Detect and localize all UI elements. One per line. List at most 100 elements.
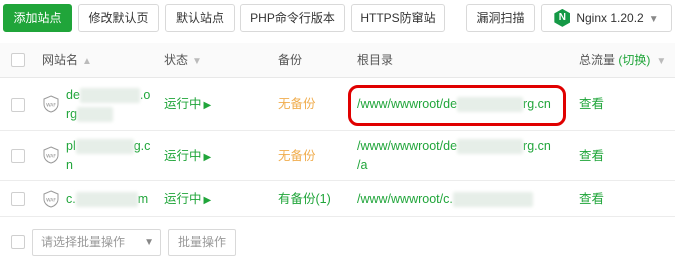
backup-link[interactable]: 无备份 xyxy=(278,147,316,166)
site-name-link[interactable]: pl g.c xyxy=(66,137,150,156)
https-protect-button[interactable]: HTTPS防窜站 xyxy=(351,4,445,32)
chevron-down-icon: ▼ xyxy=(648,14,659,25)
footer-select-all-checkbox[interactable] xyxy=(11,235,25,249)
root-dir-line2-text: /a xyxy=(357,158,368,172)
row-checkbox[interactable] xyxy=(11,98,25,112)
batch-operation-button[interactable]: 批量操作 xyxy=(168,229,236,256)
status-text: 运行中 xyxy=(164,149,202,163)
sort-down-icon: ▼ xyxy=(192,56,202,67)
site-name-tail-text: g.c xyxy=(133,139,151,153)
site-name-tail-text: m xyxy=(137,192,149,206)
play-icon: ▶ xyxy=(203,100,212,111)
waf-label: WAF xyxy=(46,154,56,160)
view-traffic-link[interactable]: 查看 xyxy=(579,190,604,209)
view-text: 查看 xyxy=(579,97,605,111)
redacted-text xyxy=(75,139,134,155)
site-name-line2-text: n xyxy=(66,158,73,172)
view-traffic-link[interactable]: 查看 xyxy=(579,147,604,166)
row-checkbox[interactable] xyxy=(11,192,25,206)
waf-shield-icon: WAF xyxy=(43,190,59,208)
traffic-switch-link[interactable]: (切换) xyxy=(618,53,650,67)
root-dir-link[interactable]: /www/wwwroot/de rg.cn xyxy=(357,137,551,156)
vuln-scan-button[interactable]: 漏洞扫描 xyxy=(466,4,535,32)
waf-shield-icon: WAF xyxy=(43,146,59,164)
site-name-link-line2[interactable]: rg xyxy=(66,105,114,124)
status-running-toggle[interactable]: 运行中 ▶ xyxy=(164,147,211,167)
vuln-scan-label: 漏洞扫描 xyxy=(476,11,525,25)
status-header-label: 状态 xyxy=(164,53,189,67)
row-checkbox[interactable] xyxy=(11,149,25,163)
root-dir-header: 根目录 xyxy=(357,43,393,78)
backup-link[interactable]: 无备份 xyxy=(278,95,316,114)
redacted-text xyxy=(452,192,533,208)
default-site-button[interactable]: 默认站点 xyxy=(165,4,235,32)
add-site-button[interactable]: 添加站点 xyxy=(3,4,72,32)
batch-button-label: 批量操作 xyxy=(177,235,226,249)
php-cli-version-button[interactable]: PHP命令行版本 xyxy=(240,4,345,32)
site-name-text: c. xyxy=(66,192,76,206)
nginx-logo-icon: N xyxy=(554,8,571,27)
play-icon: ▶ xyxy=(203,195,212,206)
table-row: WAF c. m 运行中 ▶ 有备份(1) /www/wwwroot/c. 查看 xyxy=(0,181,675,217)
site-name-text: pl xyxy=(66,139,76,153)
backup-header: 备份 xyxy=(278,43,302,78)
waf-label: WAF xyxy=(46,198,56,204)
site-name-line2-text: rg xyxy=(66,107,78,121)
root-dir-header-label: 根目录 xyxy=(357,53,394,67)
highlight-annotation xyxy=(348,85,566,126)
batch-operations-bar: 请选择批量操作 ▼ 批量操作 xyxy=(0,229,675,257)
modify-default-page-label: 修改默认页 xyxy=(88,11,149,25)
default-site-label: 默认站点 xyxy=(175,11,224,25)
view-traffic-link[interactable]: 查看 xyxy=(579,95,604,114)
site-name-link[interactable]: c. m xyxy=(66,190,148,209)
redacted-text xyxy=(75,192,138,208)
root-dir-text: /www/wwwroot/de xyxy=(357,139,458,153)
root-dir-tail-text: rg.cn xyxy=(523,139,551,153)
backup-header-label: 备份 xyxy=(278,53,303,67)
root-dir-link[interactable]: /www/wwwroot/c. xyxy=(357,190,533,209)
redacted-text xyxy=(457,139,524,155)
select-all-checkbox[interactable] xyxy=(11,53,25,67)
traffic-header: 总流量 (切换) ▼ xyxy=(579,43,666,78)
status-text: 运行中 xyxy=(164,97,202,111)
site-name-tail-text: .o xyxy=(139,88,151,102)
sort-up-icon: ▲ xyxy=(82,56,92,67)
table-row: WAF pl g.c n 运行中 ▶ 无备份 /www/wwwroot/de rg.c… xyxy=(0,131,675,181)
batch-operation-select[interactable]: 请选择批量操作 ▼ xyxy=(32,229,161,256)
status-running-toggle[interactable]: 运行中 ▶ xyxy=(164,190,211,210)
status-header[interactable]: 状态 ▼ xyxy=(164,43,202,78)
root-dir-text: /www/wwwroot/c. xyxy=(357,192,453,206)
nginx-version-button[interactable]: N Nginx 1.20.2 ▼ xyxy=(541,4,672,32)
play-icon: ▶ xyxy=(203,152,212,163)
table-header: 网站名 ▲ 状态 ▼ 备份 根目录 总流量 (切换) ▼ xyxy=(0,43,675,78)
add-site-label: 添加站点 xyxy=(13,11,62,25)
backup-text: 无备份 xyxy=(278,97,316,111)
root-dir-link-line2[interactable]: /a xyxy=(357,156,367,175)
waf-label: WAF xyxy=(46,103,56,109)
site-name-link[interactable]: de .o xyxy=(66,86,150,105)
php-cli-version-label: PHP命令行版本 xyxy=(250,11,335,25)
view-text: 查看 xyxy=(579,192,605,206)
table-row: WAF de .o rg 运行中 ▶ 无备份 /www/wwwroot/de rg.c… xyxy=(0,79,675,131)
chevron-down-icon: ▼ xyxy=(144,237,154,248)
backup-text: 无备份 xyxy=(278,149,316,163)
status-text: 运行中 xyxy=(164,192,202,206)
site-name-header-label: 网站名 xyxy=(42,53,79,67)
traffic-header-label: 总流量 xyxy=(579,53,616,67)
backup-text: 有备份(1) xyxy=(278,192,331,206)
site-name-header[interactable]: 网站名 ▲ xyxy=(42,43,92,78)
modify-default-page-button[interactable]: 修改默认页 xyxy=(78,4,159,32)
view-text: 查看 xyxy=(579,149,605,163)
toolbar: 添加站点 修改默认页 默认站点 PHP命令行版本 HTTPS防窜站 漏洞扫描 N… xyxy=(0,0,675,36)
site-name-link-line2[interactable]: n xyxy=(66,156,73,175)
redacted-text xyxy=(79,88,140,104)
backup-link[interactable]: 有备份(1) xyxy=(278,190,331,209)
sort-down-icon: ▼ xyxy=(656,56,667,67)
waf-shield-icon: WAF xyxy=(43,95,59,113)
nginx-version-label: Nginx 1.20.2 xyxy=(576,11,644,25)
status-running-toggle[interactable]: 运行中 ▶ xyxy=(164,95,211,115)
batch-select-placeholder: 请选择批量操作 xyxy=(41,235,126,249)
https-protect-label: HTTPS防窜站 xyxy=(360,11,436,25)
site-name-text: de xyxy=(66,88,80,102)
redacted-text xyxy=(77,107,114,123)
